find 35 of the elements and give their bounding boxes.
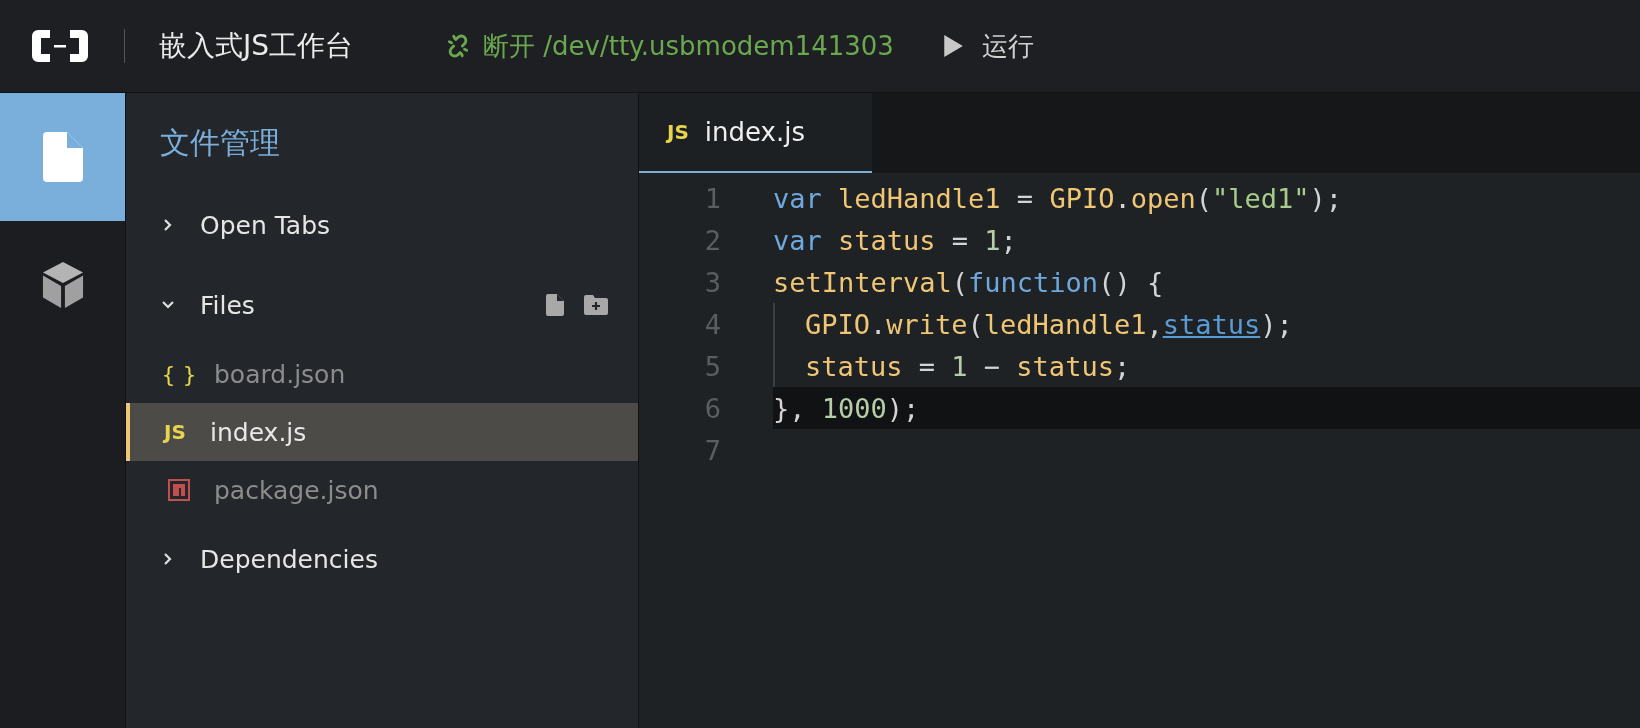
code-line: GPIO.write(ledHandle1,status); <box>805 308 1293 340</box>
line-number: 2 <box>703 224 722 256</box>
code-line: }, 1000); <box>773 392 920 424</box>
line-number: 5 <box>703 350 722 382</box>
new-folder-button[interactable] <box>584 295 608 315</box>
new-file-button[interactable] <box>546 294 564 316</box>
disconnect-button[interactable]: 断开 /dev/tty.usbmodem141303 <box>445 28 894 64</box>
braces-icon: { } <box>164 361 194 387</box>
play-icon <box>941 34 964 58</box>
file-item[interactable]: JS index.js <box>126 403 638 461</box>
line-number: 7 <box>703 434 722 466</box>
run-button[interactable]: 运行 <box>941 28 1034 64</box>
file-icon <box>42 132 83 182</box>
js-icon: JS <box>667 120 689 144</box>
file-icon <box>546 294 564 316</box>
code-line: var ledHandle1 = GPIO.open("led1"); <box>773 182 1343 214</box>
app-title: 嵌入式JS工作台 <box>159 28 354 64</box>
js-icon: JS <box>160 420 190 444</box>
section-header[interactable]: Files <box>160 290 255 320</box>
line-number: 6 <box>703 392 722 424</box>
code-line: setInterval(function() { <box>773 266 1164 298</box>
editor-tab[interactable]: JS index.js <box>639 93 872 173</box>
section-header[interactable]: Open Tabs <box>160 210 331 240</box>
line-number: 1 <box>703 182 722 214</box>
code-line: status = 1 − status; <box>805 350 1131 382</box>
line-number: 4 <box>703 308 722 340</box>
line-number: 3 <box>703 266 722 298</box>
section-header[interactable]: Dependencies <box>160 544 378 574</box>
panel-title: 文件管理 <box>159 124 281 162</box>
logo-icon <box>30 28 90 64</box>
code-line: var status = 1; <box>773 224 1017 256</box>
folder-plus-icon <box>584 295 608 315</box>
file-item[interactable]: package.json <box>126 461 638 519</box>
cube-icon <box>41 261 84 309</box>
file-item[interactable]: { } board.json <box>126 345 638 403</box>
